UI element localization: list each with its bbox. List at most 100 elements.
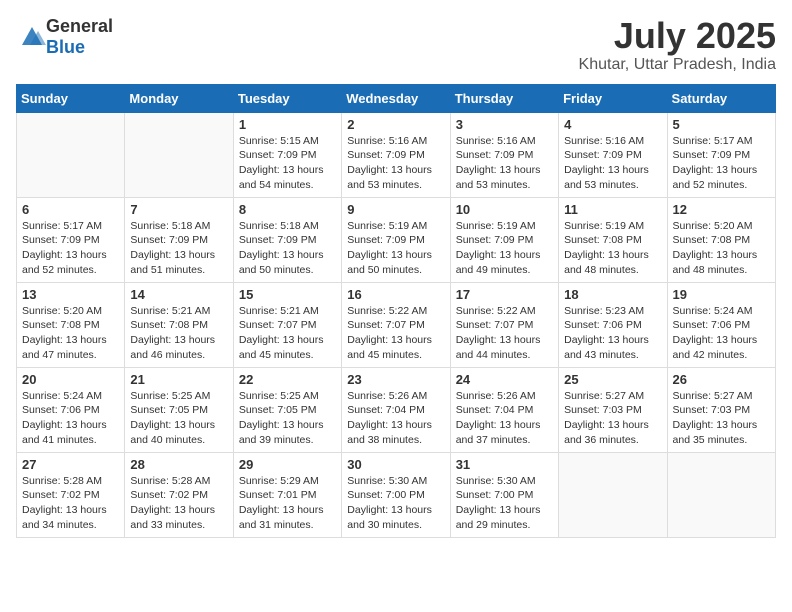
day-info: Sunrise: 5:22 AMSunset: 7:07 PMDaylight:… [347,304,444,363]
day-info: Sunrise: 5:26 AMSunset: 7:04 PMDaylight:… [456,389,553,448]
day-number: 28 [130,457,227,472]
day-info: Sunrise: 5:26 AMSunset: 7:04 PMDaylight:… [347,389,444,448]
day-info: Sunrise: 5:19 AMSunset: 7:08 PMDaylight:… [564,219,661,278]
title-area: July 2025 Khutar, Uttar Pradesh, India [579,16,776,74]
day-info: Sunrise: 5:17 AMSunset: 7:09 PMDaylight:… [673,134,770,193]
day-number: 22 [239,372,336,387]
day-info: Sunrise: 5:21 AMSunset: 7:08 PMDaylight:… [130,304,227,363]
day-info: Sunrise: 5:18 AMSunset: 7:09 PMDaylight:… [130,219,227,278]
weekday-header-saturday: Saturday [667,84,775,112]
week-row-1: 1 Sunrise: 5:15 AMSunset: 7:09 PMDaylight… [17,112,776,197]
weekday-header-friday: Friday [559,84,667,112]
calendar-cell: 21Sunrise: 5:25 AMSunset: 7:05 PMDayligh… [125,367,233,452]
weekday-header-wednesday: Wednesday [342,84,450,112]
calendar-cell: 24 Sunrise: 5:26 AMSunset: 7:04 PMDayligh… [450,367,558,452]
calendar-cell: 23 Sunrise: 5:26 AMSunset: 7:04 PMDayligh… [342,367,450,452]
day-info: Sunrise: 5:18 AMSunset: 7:09 PMDaylight:… [239,219,336,278]
logo-blue-text: Blue [46,37,85,57]
calendar-cell: 1 Sunrise: 5:15 AMSunset: 7:09 PMDaylight… [233,112,341,197]
calendar-cell: 7 Sunrise: 5:18 AMSunset: 7:09 PMDaylight… [125,197,233,282]
day-info: Sunrise: 5:24 AMSunset: 7:06 PMDaylight:… [22,389,119,448]
week-row-3: 13 Sunrise: 5:20 AMSunset: 7:08 PMDayligh… [17,282,776,367]
calendar-cell: 2Sunrise: 5:16 AMSunset: 7:09 PMDaylight… [342,112,450,197]
day-info: Sunrise: 5:23 AMSunset: 7:06 PMDaylight:… [564,304,661,363]
calendar-cell: 16 Sunrise: 5:22 AMSunset: 7:07 PMDayligh… [342,282,450,367]
calendar-table: SundayMondayTuesdayWednesdayThursdayFrid… [16,84,776,538]
day-number: 14 [130,287,227,302]
calendar-cell: 4Sunrise: 5:16 AMSunset: 7:09 PMDaylight… [559,112,667,197]
day-number: 9 [347,202,444,217]
day-info: Sunrise: 5:30 AMSunset: 7:00 PMDaylight:… [347,474,444,533]
day-number: 29 [239,457,336,472]
month-title: July 2025 [579,16,776,56]
calendar-cell: 22 Sunrise: 5:25 AMSunset: 7:05 PMDayligh… [233,367,341,452]
calendar-cell [559,452,667,537]
day-number: 5 [673,117,770,132]
calendar-cell: 19 Sunrise: 5:24 AMSunset: 7:06 PMDayligh… [667,282,775,367]
day-number: 27 [22,457,119,472]
day-info: Sunrise: 5:16 AMSunset: 7:09 PMDaylight:… [456,134,553,193]
calendar-cell: 10Sunrise: 5:19 AMSunset: 7:09 PMDayligh… [450,197,558,282]
calendar-cell: 13 Sunrise: 5:20 AMSunset: 7:08 PMDayligh… [17,282,125,367]
calendar-cell [667,452,775,537]
day-number: 20 [22,372,119,387]
location-title: Khutar, Uttar Pradesh, India [579,56,776,74]
day-number: 8 [239,202,336,217]
calendar-cell: 18Sunrise: 5:23 AMSunset: 7:06 PMDayligh… [559,282,667,367]
logo: General Blue [16,16,113,58]
calendar-cell: 15Sunrise: 5:21 AMSunset: 7:07 PMDayligh… [233,282,341,367]
calendar-cell: 17 Sunrise: 5:22 AMSunset: 7:07 PMDayligh… [450,282,558,367]
day-info: Sunrise: 5:22 AMSunset: 7:07 PMDaylight:… [456,304,553,363]
day-number: 17 [456,287,553,302]
day-info: Sunrise: 5:16 AMSunset: 7:09 PMDaylight:… [564,134,661,193]
day-number: 19 [673,287,770,302]
day-number: 25 [564,372,661,387]
day-info: Sunrise: 5:30 AMSunset: 7:00 PMDaylight:… [456,474,553,533]
logo-general-text: General [46,16,113,36]
day-number: 7 [130,202,227,217]
day-info: Sunrise: 5:21 AMSunset: 7:07 PMDaylight:… [239,304,336,363]
day-number: 24 [456,372,553,387]
day-number: 21 [130,372,227,387]
day-number: 30 [347,457,444,472]
day-info: Sunrise: 5:19 AMSunset: 7:09 PMDaylight:… [456,219,553,278]
day-info: Sunrise: 5:19 AMSunset: 7:09 PMDaylight:… [347,219,444,278]
day-number: 16 [347,287,444,302]
calendar-cell [17,112,125,197]
day-number: 12 [673,202,770,217]
day-info: Sunrise: 5:24 AMSunset: 7:06 PMDaylight:… [673,304,770,363]
page-header: General Blue July 2025 Khutar, Uttar Pra… [16,16,776,74]
day-info: Sunrise: 5:20 AMSunset: 7:08 PMDaylight:… [22,304,119,363]
week-row-4: 20 Sunrise: 5:24 AMSunset: 7:06 PMDayligh… [17,367,776,452]
day-info: Sunrise: 5:28 AMSunset: 7:02 PMDaylight:… [130,474,227,533]
day-info: Sunrise: 5:29 AMSunset: 7:01 PMDaylight:… [239,474,336,533]
day-number: 26 [673,372,770,387]
calendar-cell: 6Sunrise: 5:17 AMSunset: 7:09 PMDaylight… [17,197,125,282]
calendar-cell: 5 Sunrise: 5:17 AMSunset: 7:09 PMDaylight… [667,112,775,197]
day-info: Sunrise: 5:27 AMSunset: 7:03 PMDaylight:… [673,389,770,448]
day-info: Sunrise: 5:15 AMSunset: 7:09 PMDaylight:… [239,134,336,193]
calendar-cell [125,112,233,197]
calendar-cell: 25Sunrise: 5:27 AMSunset: 7:03 PMDayligh… [559,367,667,452]
calendar-cell: 8 Sunrise: 5:18 AMSunset: 7:09 PMDaylight… [233,197,341,282]
day-info: Sunrise: 5:16 AMSunset: 7:09 PMDaylight:… [347,134,444,193]
day-number: 23 [347,372,444,387]
weekday-header-tuesday: Tuesday [233,84,341,112]
day-number: 11 [564,202,661,217]
day-number: 13 [22,287,119,302]
calendar-cell: 28 Sunrise: 5:28 AMSunset: 7:02 PMDayligh… [125,452,233,537]
calendar-cell: 11 Sunrise: 5:19 AMSunset: 7:08 PMDayligh… [559,197,667,282]
day-number: 6 [22,202,119,217]
calendar-cell: 30 Sunrise: 5:30 AMSunset: 7:00 PMDayligh… [342,452,450,537]
day-info: Sunrise: 5:20 AMSunset: 7:08 PMDaylight:… [673,219,770,278]
day-number: 1 [239,117,336,132]
calendar-cell: 9 Sunrise: 5:19 AMSunset: 7:09 PMDaylight… [342,197,450,282]
calendar-cell: 20 Sunrise: 5:24 AMSunset: 7:06 PMDayligh… [17,367,125,452]
weekday-header-thursday: Thursday [450,84,558,112]
weekday-header-monday: Monday [125,84,233,112]
week-row-2: 6Sunrise: 5:17 AMSunset: 7:09 PMDaylight… [17,197,776,282]
calendar-cell: 14 Sunrise: 5:21 AMSunset: 7:08 PMDayligh… [125,282,233,367]
calendar-cell: 12 Sunrise: 5:20 AMSunset: 7:08 PMDayligh… [667,197,775,282]
day-info: Sunrise: 5:25 AMSunset: 7:05 PMDaylight:… [239,389,336,448]
day-number: 31 [456,457,553,472]
